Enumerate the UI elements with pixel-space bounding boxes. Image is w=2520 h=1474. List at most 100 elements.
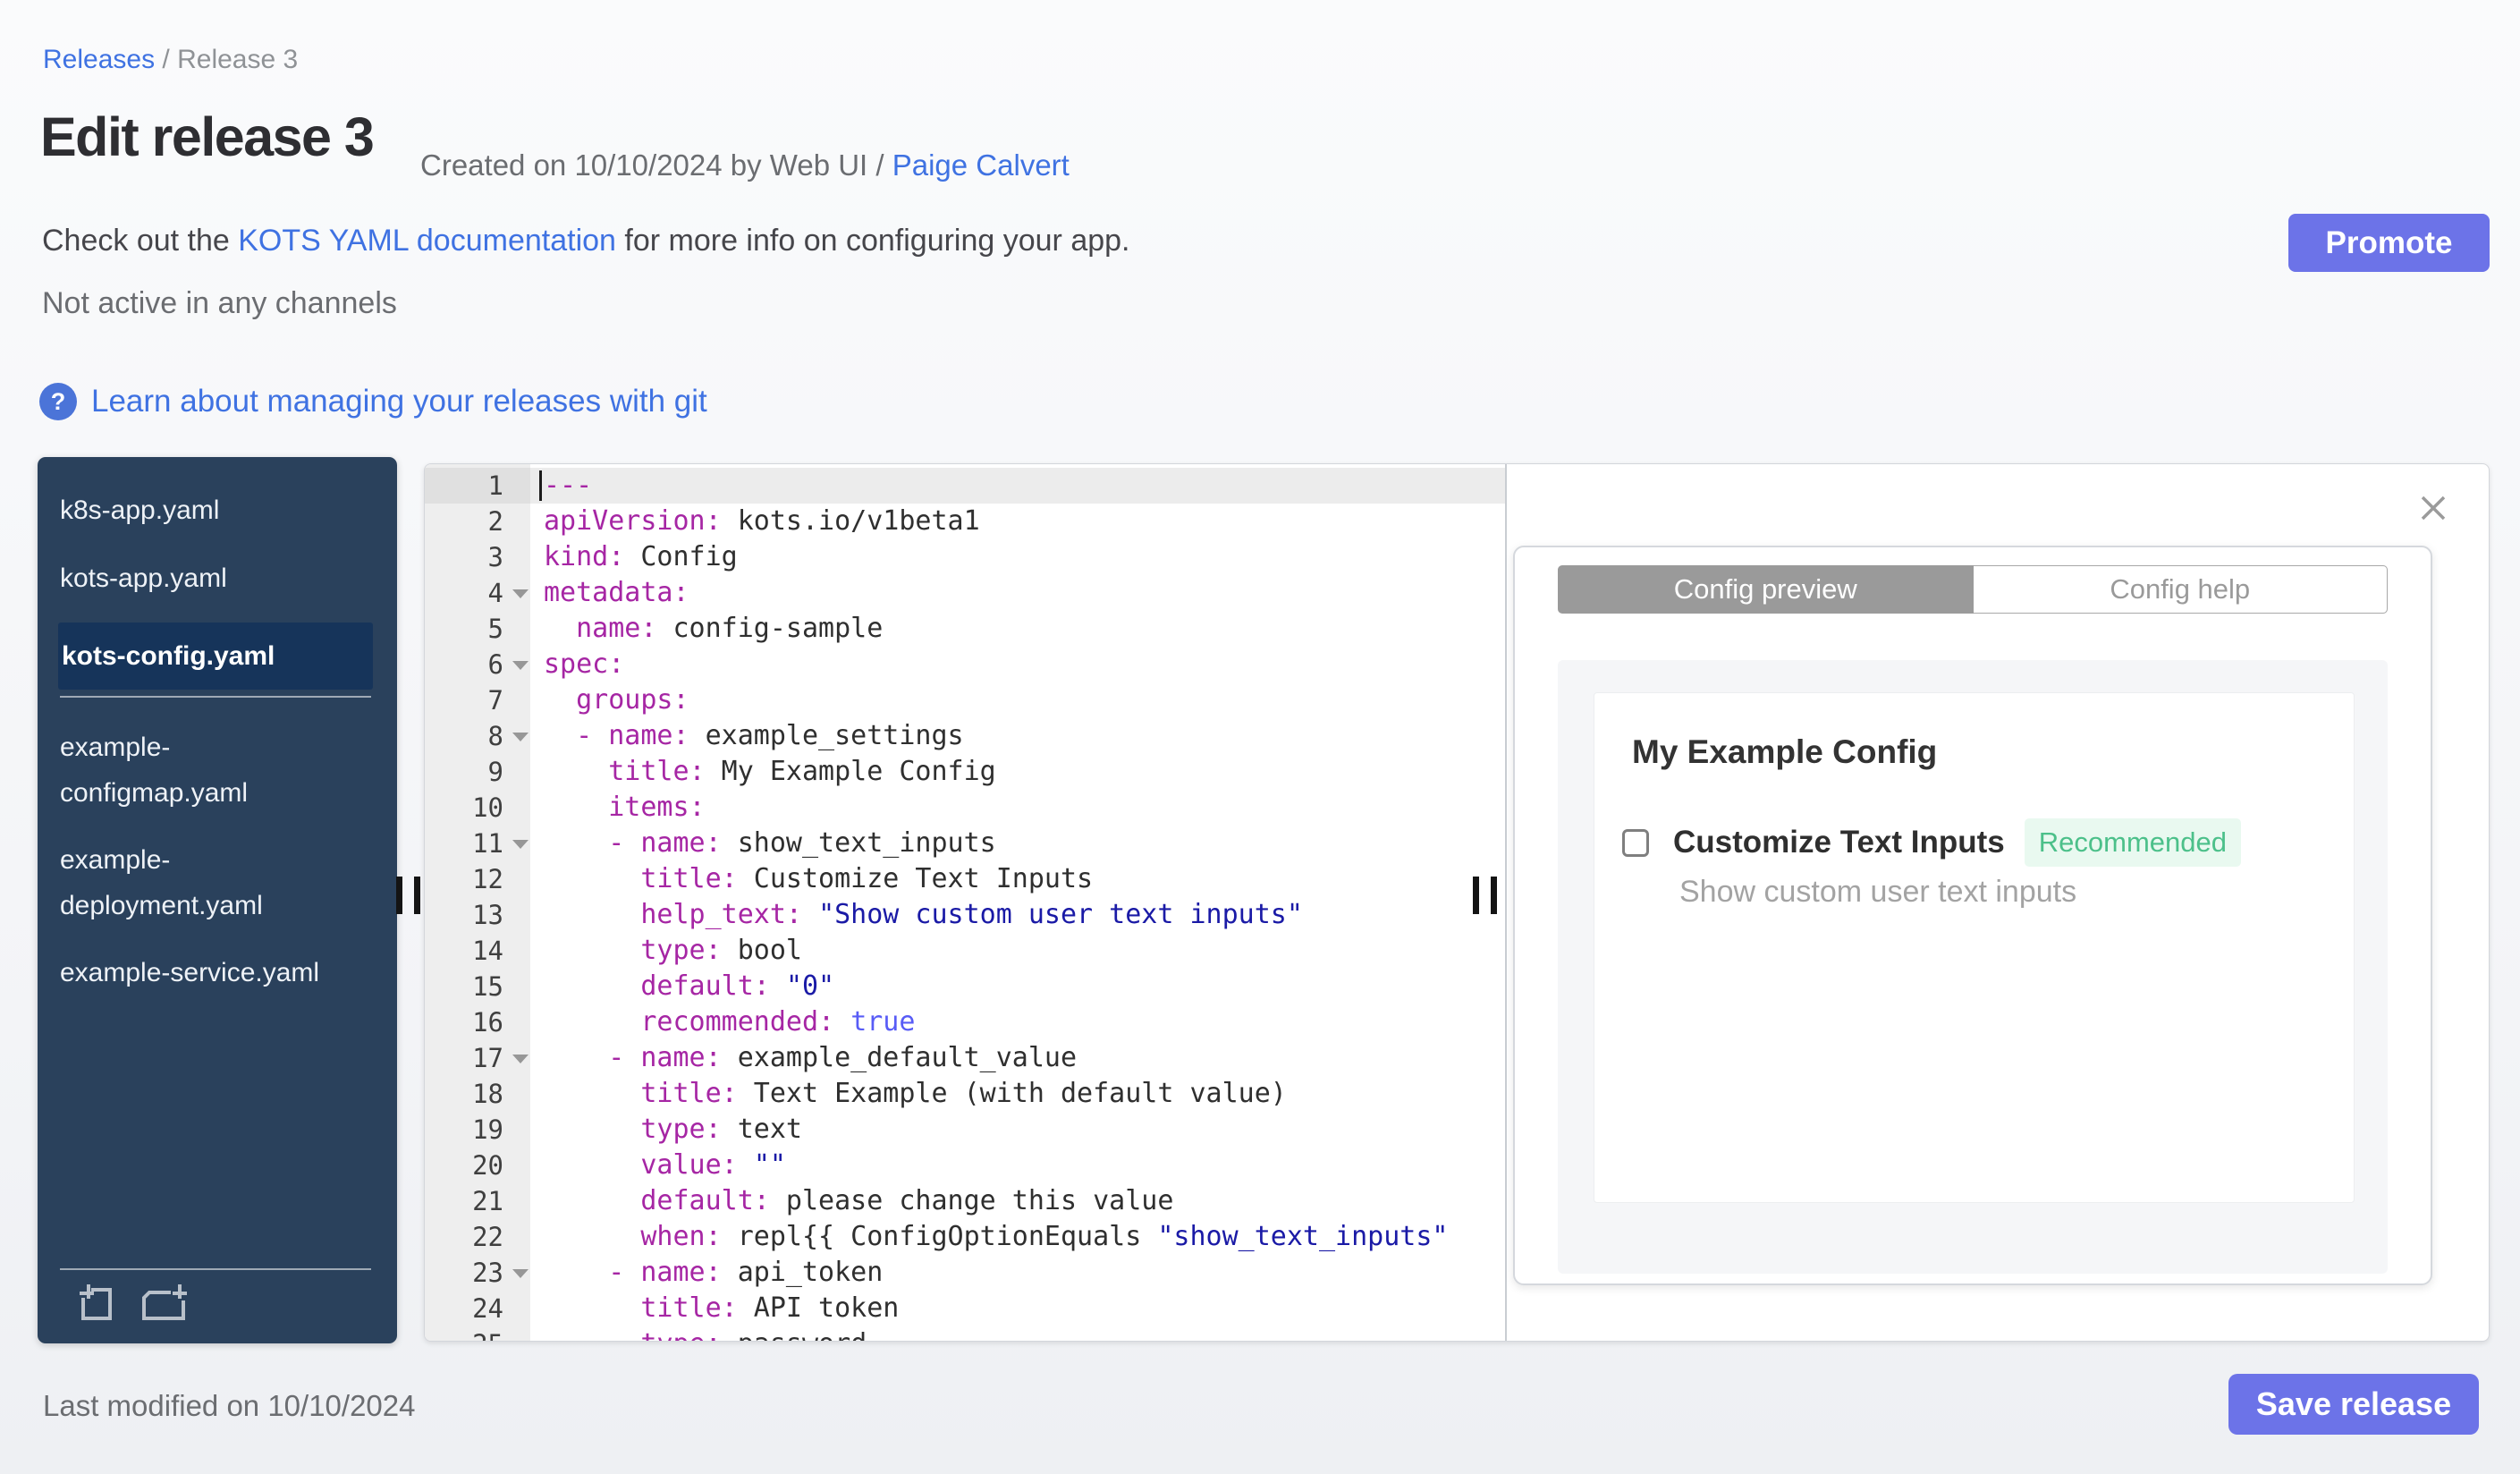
close-icon[interactable] bbox=[2415, 490, 2451, 526]
breadcrumb: Releases / Release 3 bbox=[43, 45, 298, 75]
line-number: 6 bbox=[425, 647, 530, 682]
tab-config-help[interactable]: Config help bbox=[1973, 565, 2388, 614]
code-line[interactable]: items: bbox=[530, 790, 1505, 826]
add-folder-icon[interactable] bbox=[139, 1282, 189, 1325]
code-line[interactable]: default: "0" bbox=[530, 969, 1505, 1004]
docs-text-after: for more info on configuring your app. bbox=[615, 224, 1130, 258]
code-line[interactable]: value: "" bbox=[530, 1148, 1505, 1183]
editor-preview-separator bbox=[1505, 464, 1507, 1341]
channels-status: Not active in any channels bbox=[42, 286, 397, 320]
line-number: 17 bbox=[425, 1040, 530, 1076]
sidebar-resize-handle[interactable] bbox=[396, 877, 423, 914]
code-line[interactable]: title: API token bbox=[530, 1291, 1505, 1326]
docs-text-before: Check out the bbox=[42, 224, 239, 258]
code-line[interactable]: metadata: bbox=[530, 575, 1505, 611]
sidebar-bottom-divider bbox=[60, 1268, 371, 1270]
line-number: 20 bbox=[472, 1150, 503, 1181]
code-line[interactable]: when: repl{{ ConfigOptionEquals "show_te… bbox=[530, 1219, 1505, 1255]
line-number: 2 bbox=[487, 506, 503, 537]
customize-text-inputs-checkbox[interactable] bbox=[1622, 828, 1649, 857]
fold-toggle-icon[interactable] bbox=[512, 733, 529, 741]
git-releases-link-row[interactable]: ? Learn about managing your releases wit… bbox=[39, 383, 707, 420]
promote-button[interactable]: Promote bbox=[2288, 214, 2490, 272]
line-number: 5 bbox=[487, 614, 503, 644]
code-line[interactable]: type: bool bbox=[530, 933, 1505, 969]
code-line[interactable]: recommended: true bbox=[530, 1004, 1505, 1040]
fold-toggle-icon[interactable] bbox=[512, 840, 529, 849]
code-line[interactable]: - name: show_text_inputs bbox=[530, 826, 1505, 861]
code-line[interactable]: name: config-sample bbox=[530, 611, 1505, 647]
save-release-button[interactable]: Save release bbox=[2228, 1374, 2479, 1435]
code-line[interactable]: type: password bbox=[530, 1326, 1505, 1341]
breadcrumb-current: Release 3 bbox=[177, 45, 299, 74]
docs-line: Check out the KOTS YAML documentation fo… bbox=[42, 224, 1130, 258]
line-number: 19 bbox=[472, 1114, 503, 1145]
code-line[interactable]: title: My Example Config bbox=[530, 754, 1505, 790]
line-number: 10 bbox=[472, 792, 503, 823]
kots-docs-link[interactable]: KOTS YAML documentation bbox=[238, 224, 616, 258]
code-line[interactable]: --- bbox=[530, 468, 1505, 504]
code-line[interactable]: - name: example_settings bbox=[530, 718, 1505, 754]
line-number: 4 bbox=[425, 575, 530, 611]
line-number: 15 bbox=[472, 971, 503, 1002]
editor-gutter: 1234567891011121314151617181920212223242… bbox=[425, 464, 530, 1341]
line-number: 3 bbox=[487, 542, 503, 572]
line-number: 7 bbox=[487, 685, 503, 716]
page-title: Edit release 3 bbox=[40, 106, 375, 167]
last-modified-text: Last modified on 10/10/2024 bbox=[43, 1389, 416, 1422]
file-tree-sidebar: k8s-app.yaml kots-app.yaml kots-config.yam… bbox=[38, 457, 397, 1343]
config-preview-modal: Config preview Config help My Example Con… bbox=[1513, 546, 2432, 1285]
file-item[interactable]: kots-config.yaml bbox=[58, 623, 373, 690]
config-tab-bar: Config preview Config help bbox=[1558, 565, 2388, 614]
text-cursor bbox=[539, 470, 542, 501]
config-group-title: My Example Config bbox=[1632, 733, 1938, 770]
tab-config-preview[interactable]: Config preview bbox=[1558, 565, 1974, 614]
file-item[interactable]: kots-app.yaml bbox=[60, 555, 383, 603]
gutter-rows: 1234567891011121314151617181920212223242… bbox=[425, 468, 530, 1341]
fold-toggle-icon[interactable] bbox=[512, 1055, 529, 1063]
line-number: 9 bbox=[487, 757, 503, 787]
code-line[interactable]: default: please change this value bbox=[530, 1183, 1505, 1219]
author-link[interactable]: Paige Calvert bbox=[892, 148, 1070, 182]
code-line[interactable]: - name: api_token bbox=[530, 1255, 1505, 1291]
git-link-label[interactable]: Learn about managing your releases with … bbox=[91, 384, 707, 419]
created-text: Created on 10/10/2024 by Web UI / bbox=[420, 148, 892, 182]
code-line[interactable]: spec: bbox=[530, 647, 1505, 682]
code-line[interactable]: type: text bbox=[530, 1112, 1505, 1148]
release-workbench: 1234567891011121314151617181920212223242… bbox=[424, 463, 2490, 1342]
sidebar-actions bbox=[76, 1282, 189, 1325]
config-bool-item: Customize Text Inputs Recommended bbox=[1622, 818, 2241, 867]
config-card: My Example Config Customize Text Inputs … bbox=[1594, 692, 2355, 1203]
file-item[interactable]: example-configmap.yaml bbox=[60, 724, 342, 816]
code-line[interactable]: apiVersion: kots.io/v1beta1 bbox=[530, 504, 1505, 539]
file-list-top: k8s-app.yaml kots-app.yaml kots-config.yam… bbox=[58, 487, 383, 690]
code-line[interactable]: title: Customize Text Inputs bbox=[530, 861, 1505, 897]
file-item[interactable]: example-deployment.yaml bbox=[60, 837, 342, 928]
config-item-label: Customize Text Inputs bbox=[1673, 825, 2005, 860]
preview-resize-handle[interactable] bbox=[1473, 877, 1500, 914]
code-line[interactable]: - name: example_default_value bbox=[530, 1040, 1505, 1076]
code-line[interactable]: help_text: "Show custom user text inputs… bbox=[530, 897, 1505, 933]
config-item-help-text: Show custom user text inputs bbox=[1679, 875, 2077, 909]
question-mark-icon: ? bbox=[39, 383, 77, 420]
line-number: 8 bbox=[425, 718, 530, 754]
file-item[interactable]: k8s-app.yaml bbox=[60, 487, 383, 535]
line-number: 21 bbox=[472, 1186, 503, 1216]
fold-toggle-icon[interactable] bbox=[512, 1269, 529, 1278]
line-number: 22 bbox=[472, 1222, 503, 1252]
fold-toggle-icon[interactable] bbox=[512, 589, 529, 598]
code-line[interactable]: title: Text Example (with default value) bbox=[530, 1076, 1505, 1112]
line-number: 11 bbox=[425, 826, 530, 861]
code-line[interactable]: kind: Config bbox=[530, 539, 1505, 575]
code-rows: --- apiVersion: kots.io/v1beta1 kind: Conf… bbox=[530, 468, 1505, 1341]
line-number: 16 bbox=[472, 1007, 503, 1038]
breadcrumb-releases-link[interactable]: Releases bbox=[43, 45, 155, 74]
sidebar-divider bbox=[60, 696, 371, 698]
file-item[interactable]: example-service.yaml bbox=[60, 950, 342, 995]
code-line[interactable]: groups: bbox=[530, 682, 1505, 718]
fold-toggle-icon[interactable] bbox=[512, 661, 529, 670]
add-file-icon[interactable] bbox=[76, 1282, 119, 1325]
line-number: 24 bbox=[472, 1293, 503, 1324]
created-line: Created on 10/10/2024 by Web UI / Paige … bbox=[420, 148, 1070, 182]
code-editor[interactable]: --- apiVersion: kots.io/v1beta1 kind: Conf… bbox=[530, 464, 1505, 1341]
